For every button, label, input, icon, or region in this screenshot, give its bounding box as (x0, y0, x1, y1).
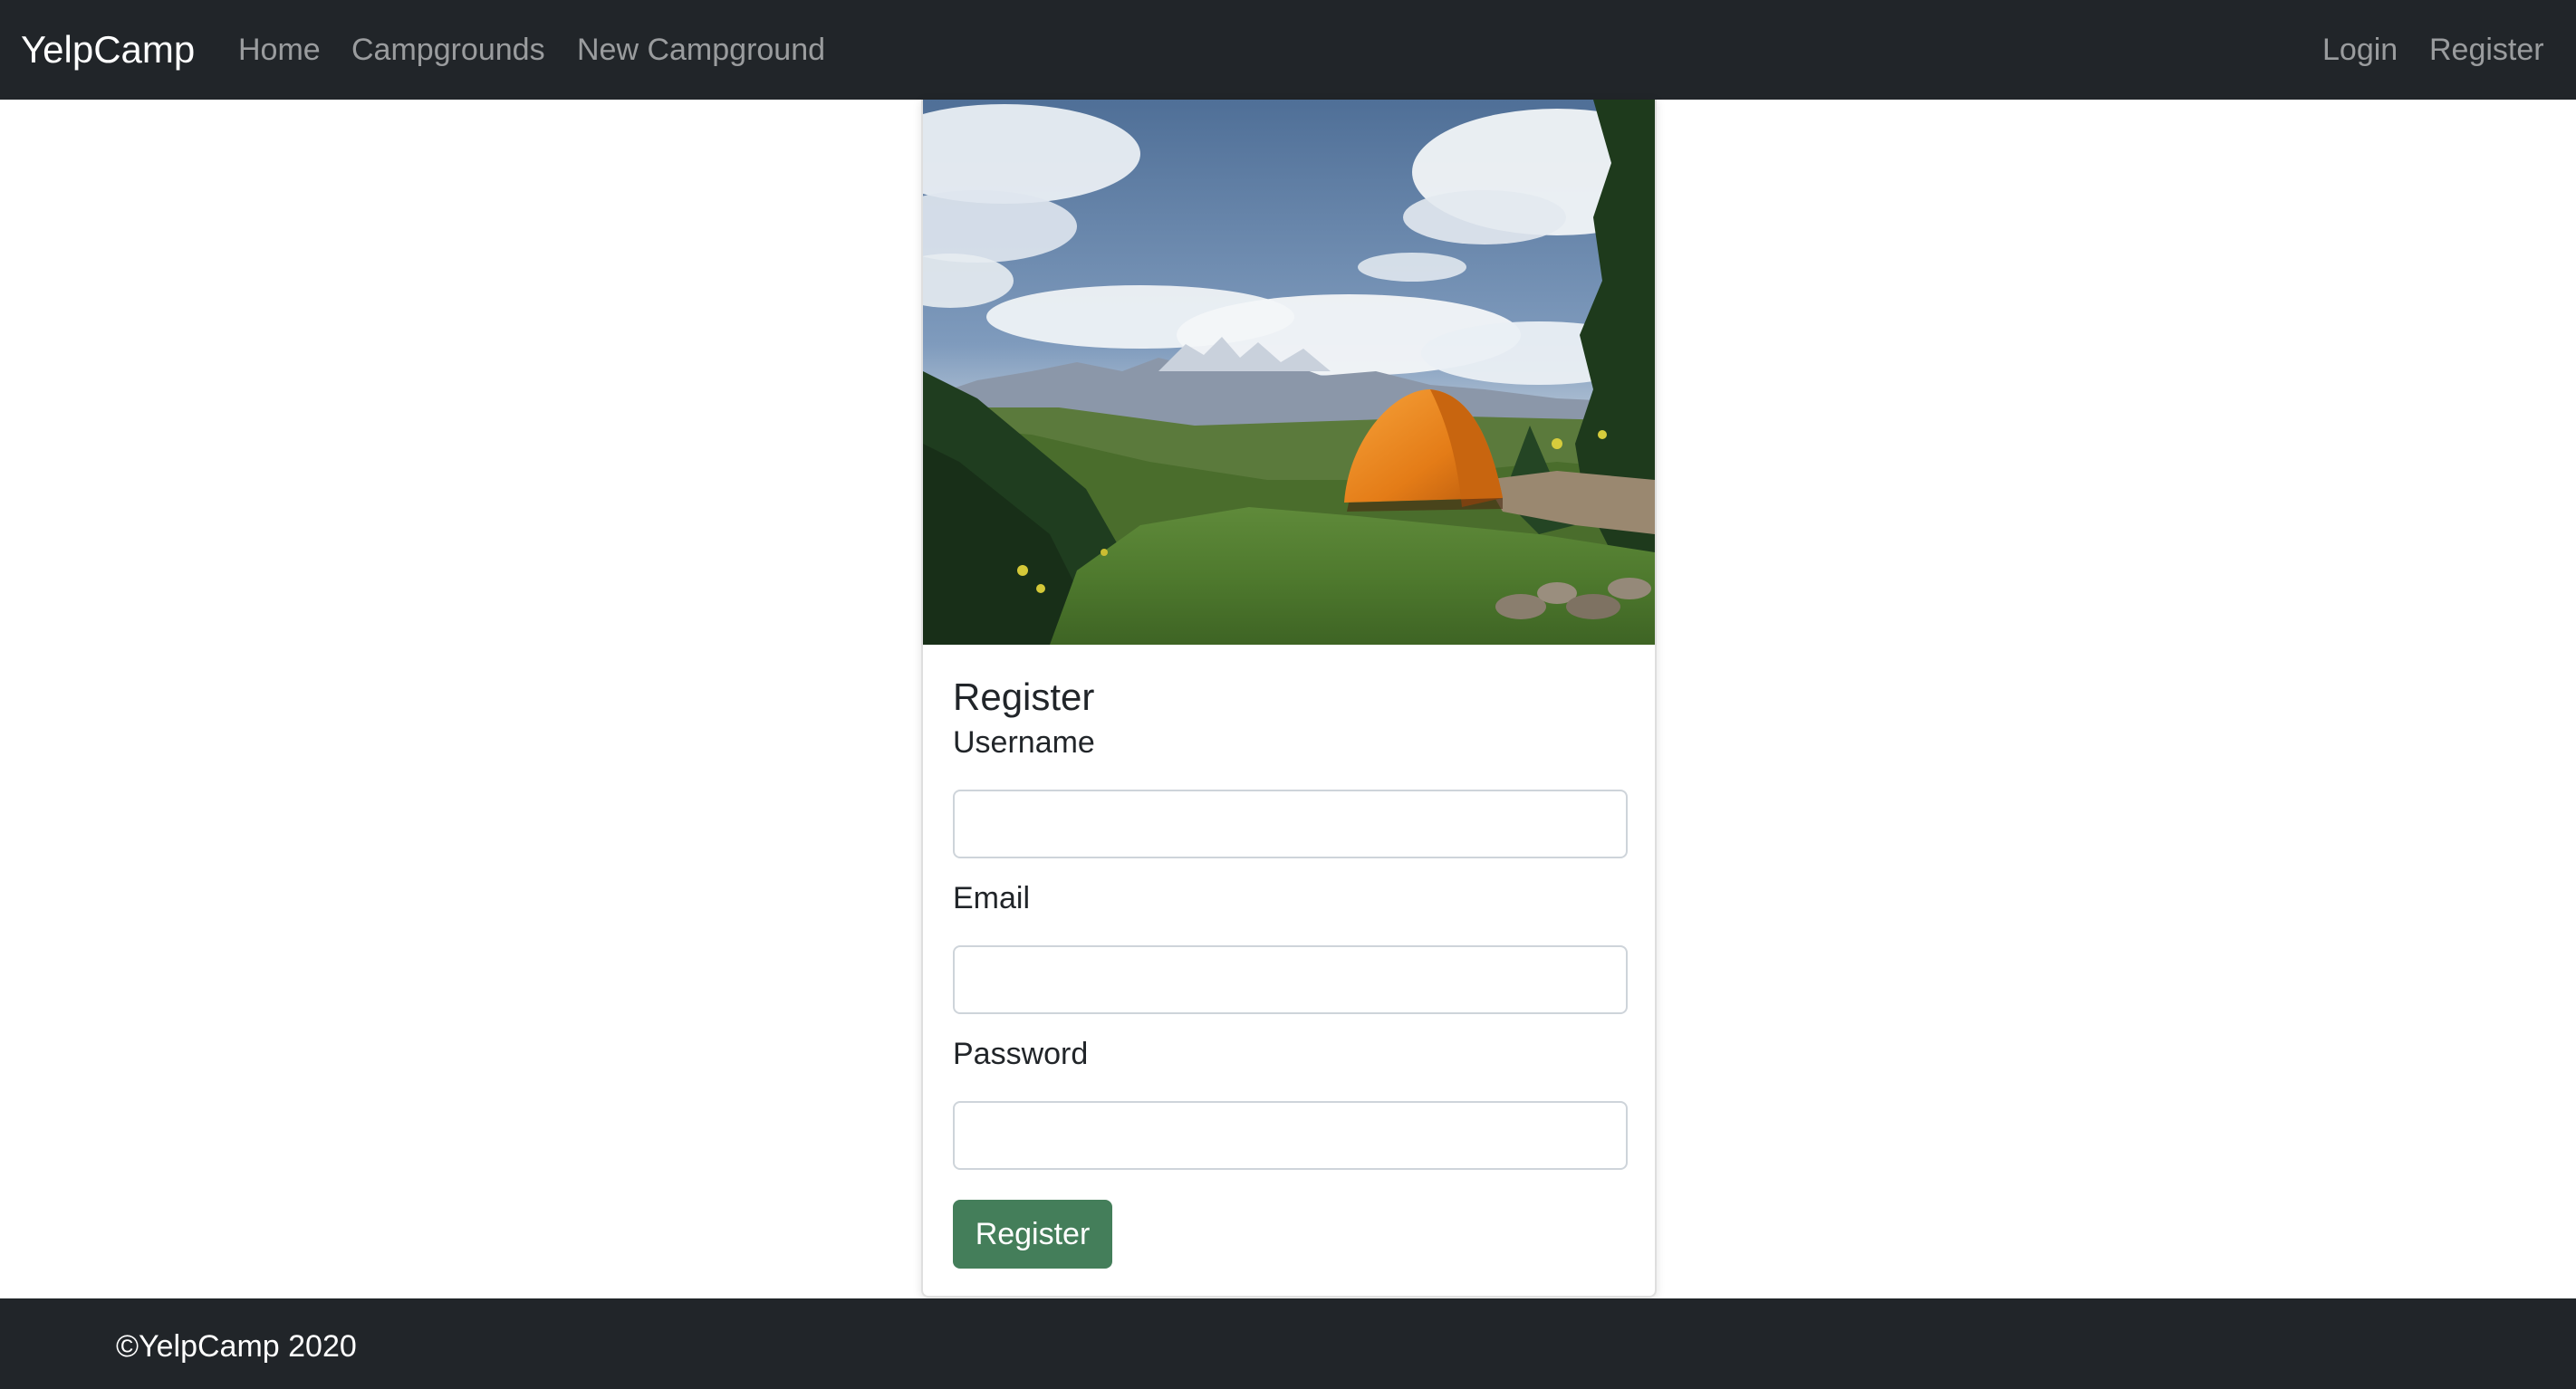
email-label: Email (953, 881, 1031, 915)
username-input[interactable] (953, 790, 1628, 858)
password-input[interactable] (953, 1101, 1628, 1170)
brand-logo-link[interactable]: YelpCamp (21, 24, 195, 76)
register-button[interactable]: Register (953, 1200, 1112, 1269)
password-label: Password (953, 1037, 1089, 1071)
username-label: Username (953, 725, 1095, 760)
campsite-photo (923, 100, 1655, 645)
register-title: Register (953, 675, 1095, 718)
nav-link-login[interactable]: Login (2322, 27, 2398, 72)
nav-link-home[interactable]: Home (238, 27, 321, 72)
nav-link-register[interactable]: Register (2429, 27, 2544, 72)
navbar: YelpCamp Home Campgrounds New Campground… (0, 0, 2576, 100)
footer: ©YelpCamp 2020 (0, 1298, 2576, 1389)
email-input[interactable] (953, 945, 1628, 1014)
register-card: Register Username Email Password Registe… (921, 100, 1657, 1298)
nav-link-new-campground[interactable]: New Campground (577, 27, 825, 72)
nav-link-campgrounds[interactable]: Campgrounds (351, 27, 545, 72)
footer-copyright: ©YelpCamp 2020 (116, 1329, 357, 1364)
